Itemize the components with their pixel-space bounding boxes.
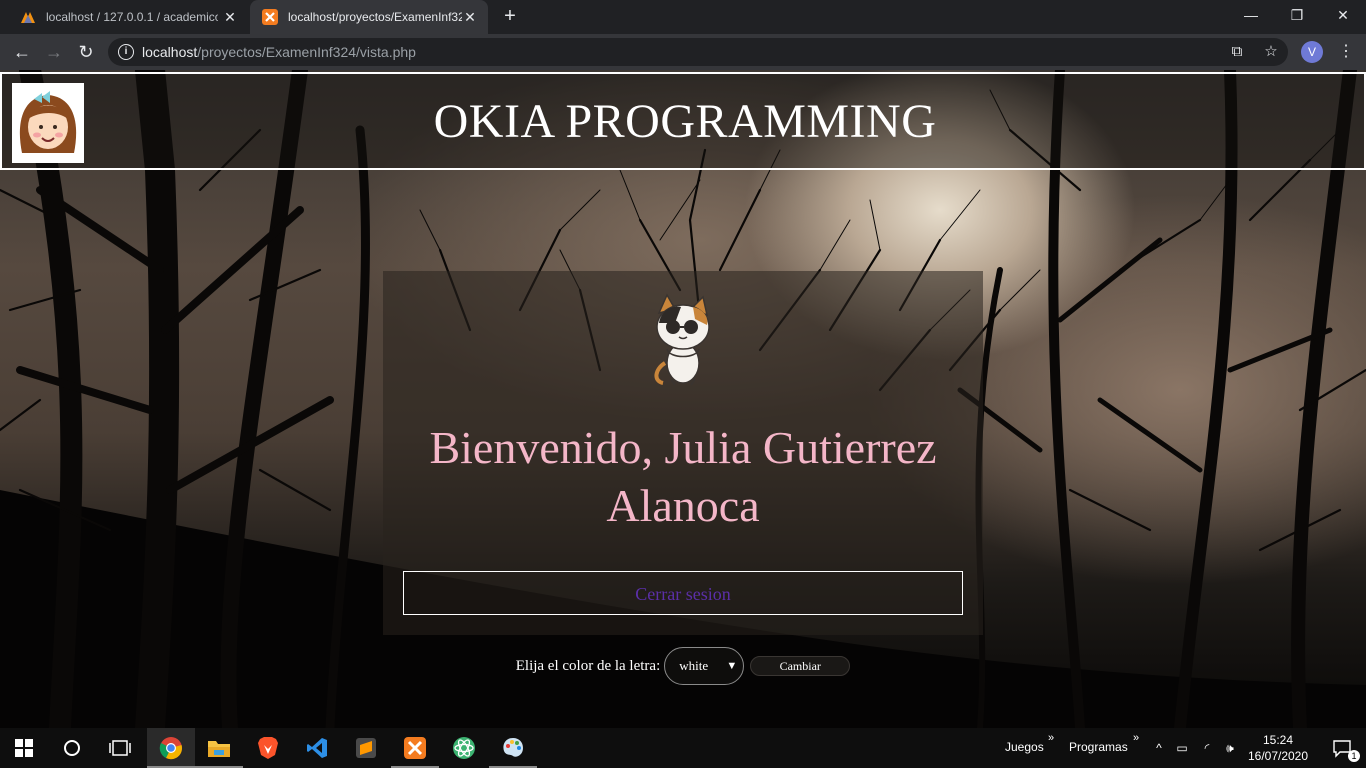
vscode-icon xyxy=(307,738,327,758)
cortana-search-button[interactable] xyxy=(48,728,96,768)
taskbar-app-sublime[interactable] xyxy=(342,728,390,768)
clock-time: 15:24 xyxy=(1262,733,1294,747)
windows-taskbar: Juegos » Programas » ^ ▭ ◜ 🕪 15:24 16/07… xyxy=(0,728,1366,768)
toolbar-expand-icon[interactable]: » xyxy=(1048,732,1054,744)
taskbar-app-atom[interactable] xyxy=(440,728,488,768)
back-button[interactable]: ← xyxy=(10,40,34,64)
url-text: localhost/proyectos/ExamenInf324/vista.p… xyxy=(142,44,416,60)
taskbar-app-xampp[interactable] xyxy=(391,728,439,768)
font-color-label: Elija el color de la letra: xyxy=(515,657,661,674)
atom-icon xyxy=(453,737,475,759)
file-explorer-icon xyxy=(208,741,230,757)
clock-date: 16/07/2020 xyxy=(1247,749,1309,763)
taskbar-app-paint[interactable] xyxy=(489,728,537,768)
taskbar-app-vscode[interactable] xyxy=(293,728,341,768)
welcome-message: Bienvenido, Julia Gutierrez Alanoca xyxy=(429,422,937,531)
reload-button[interactable]: ↻ xyxy=(74,40,98,64)
xampp-icon xyxy=(262,9,278,25)
close-tab-icon[interactable]: ✕ xyxy=(462,9,478,25)
windows-start-button[interactable] xyxy=(0,728,48,768)
notification-count-badge: 1 xyxy=(1348,750,1360,762)
chevron-up-icon[interactable]: ^ xyxy=(1151,740,1167,756)
browser-tab-phpmyadmin[interactable]: localhost / 127.0.0.1 / academico ✕ xyxy=(8,0,248,34)
font-color-selected-value: white xyxy=(679,658,709,673)
welcome-card: Bienvenido, Julia Gutierrez Alanoca Cerr… xyxy=(383,271,983,635)
close-window-button[interactable]: ✕ xyxy=(1320,0,1366,30)
xampp-icon xyxy=(404,737,426,759)
page-viewport: OKIA PROGRAMMING Bienvenido, Julia Gutie… xyxy=(0,70,1366,728)
taskbar-app-chrome[interactable] xyxy=(147,728,195,768)
logout-link[interactable]: Cerrar sesion xyxy=(403,571,963,615)
forward-button[interactable]: → xyxy=(42,40,66,64)
cortana-circle-icon xyxy=(64,740,80,756)
toolbar-juegos[interactable]: Juegos xyxy=(1005,740,1044,754)
wifi-icon[interactable]: ◜ xyxy=(1199,740,1215,756)
paint-icon xyxy=(503,738,523,757)
font-color-select[interactable]: white ▼ xyxy=(664,647,745,685)
address-bar[interactable]: i localhost/proyectos/ExamenInf324/vista… xyxy=(108,38,1288,66)
tab-title: localhost/proyectos/ExamenInf324 xyxy=(288,10,462,24)
toolbar-expand-icon[interactable]: » xyxy=(1133,732,1139,744)
site-title: OKIA PROGRAMMING xyxy=(433,95,937,148)
windows-logo-icon xyxy=(15,739,33,757)
minimize-window-button[interactable]: — xyxy=(1228,0,1274,30)
browser-tab-examen[interactable]: localhost/proyectos/ExamenInf324 ✕ xyxy=(250,0,488,34)
brave-icon xyxy=(258,737,278,759)
chrome-icon xyxy=(159,737,182,760)
browser-menu-icon[interactable]: ⋮ xyxy=(1336,41,1356,63)
taskbar-app-file-explorer[interactable] xyxy=(195,728,243,768)
profile-avatar[interactable]: V xyxy=(1301,41,1323,63)
action-center-button[interactable]: 1 xyxy=(1318,728,1366,768)
sublime-icon xyxy=(356,738,376,758)
change-color-button[interactable]: Cambiar xyxy=(750,656,851,676)
system-clock[interactable]: 15:24 16/07/2020 xyxy=(1244,732,1312,764)
site-info-icon[interactable]: i xyxy=(118,44,134,60)
volume-icon[interactable]: 🕪 xyxy=(1222,740,1238,756)
close-tab-icon[interactable]: ✕ xyxy=(222,9,238,25)
tab-title: localhost / 127.0.0.1 / academico xyxy=(46,10,218,24)
cool-cat-sticker xyxy=(654,293,710,386)
taskbar-app-brave[interactable] xyxy=(244,728,292,768)
task-view-icon xyxy=(109,740,131,756)
browser-toolbar: ← → ↻ i localhost/proyectos/ExamenInf324… xyxy=(0,34,1366,70)
font-color-form: Elija el color de la letra: white ▼ Camb… xyxy=(0,646,1366,686)
browser-tab-strip: localhost / 127.0.0.1 / academico ✕ loca… xyxy=(0,0,1366,34)
translate-icon[interactable]: ⧉ xyxy=(1228,43,1246,61)
restore-window-button[interactable]: ❐ xyxy=(1274,0,1320,30)
battery-icon[interactable]: ▭ xyxy=(1174,740,1190,756)
task-view-button[interactable] xyxy=(96,728,144,768)
bookmark-star-icon[interactable]: ☆ xyxy=(1262,43,1280,61)
site-header: OKIA PROGRAMMING xyxy=(0,72,1366,170)
toolbar-programas[interactable]: Programas xyxy=(1069,740,1128,754)
chevron-down-icon: ▼ xyxy=(726,660,738,672)
phpmyadmin-icon xyxy=(21,12,35,23)
new-tab-button[interactable]: + xyxy=(500,6,520,26)
